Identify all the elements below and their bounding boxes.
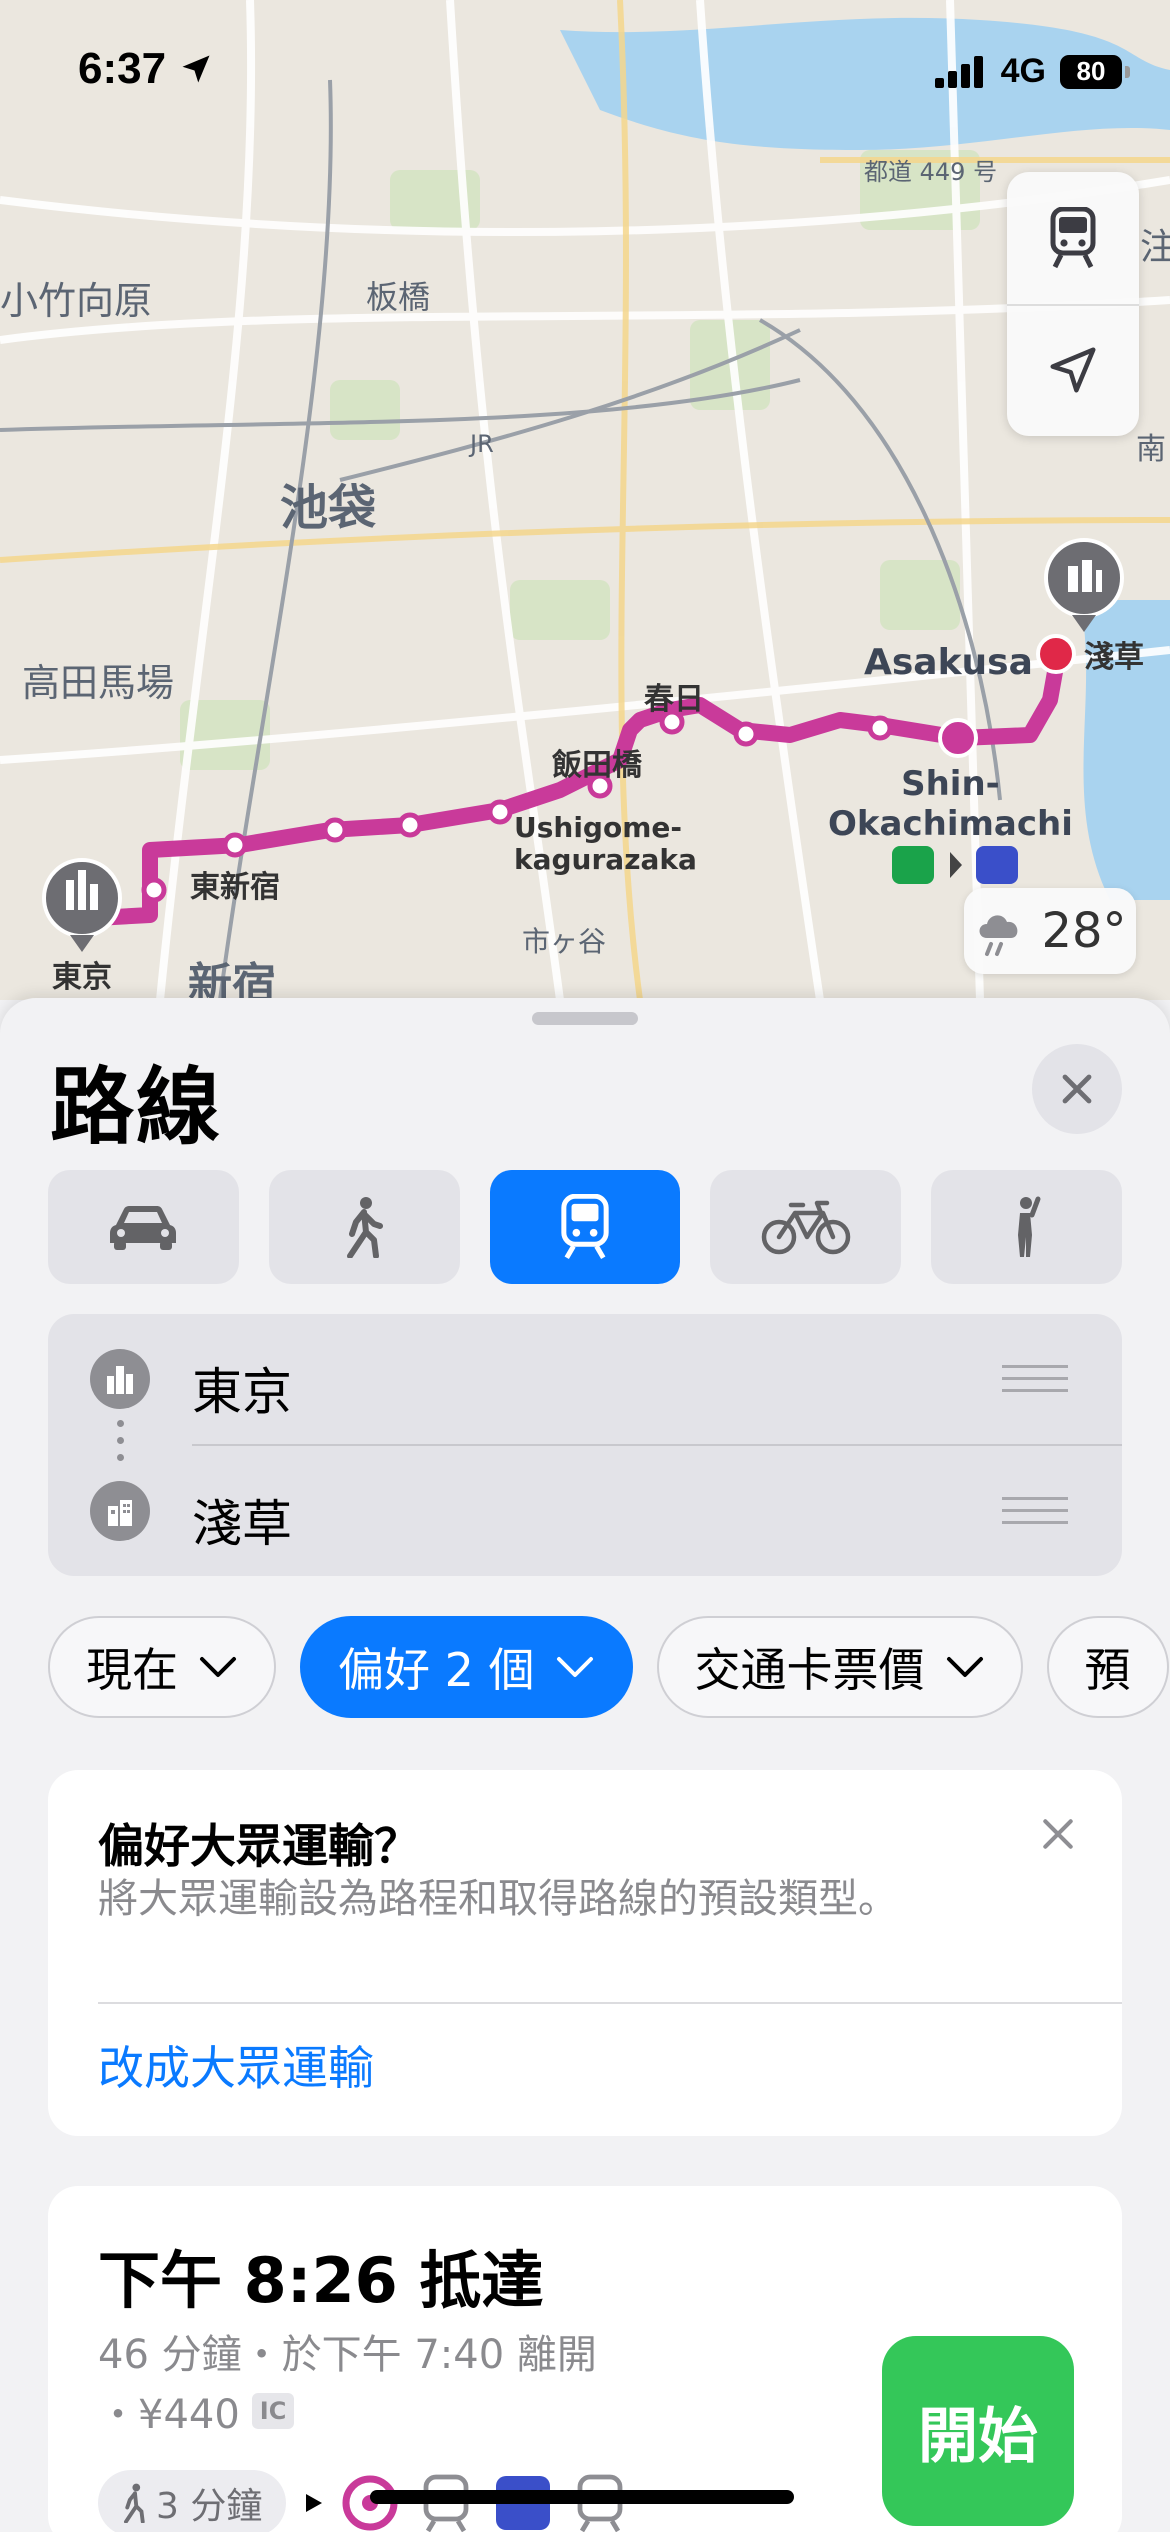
transit-preference-card: 偏好大眾運輸？ 將大眾運輸設為路程和取得路線的預設類型。 改成大眾運輸 <box>48 1770 1122 2136</box>
walk-icon <box>347 1197 384 1258</box>
play-arrow-icon <box>306 2494 323 2512</box>
chip-more[interactable]: 預 <box>1046 1616 1169 1718</box>
map-label-komagome: 小竹向原 <box>0 279 153 323</box>
walk-icon <box>124 2483 145 2523</box>
chevron-down-icon <box>200 1657 236 1677</box>
cloud-rain-icon <box>979 915 1018 956</box>
route-fare: ・¥440 <box>98 2392 240 2438</box>
location-arrow-icon <box>1050 347 1096 393</box>
map-label-higashi-shinjuku: 東新宿 <box>190 870 280 905</box>
ic-card-badge: IC <box>251 2393 295 2429</box>
start-button[interactable]: 開始 <box>882 2336 1074 2526</box>
mode-bike-button[interactable] <box>710 1170 902 1284</box>
network-type: 4G <box>1000 52 1046 90</box>
dismiss-card-button[interactable] <box>1028 1804 1088 1864</box>
map-label-right-edge: 注 <box>1140 227 1170 268</box>
chip-label: 交通卡票價 <box>694 1643 925 1697</box>
origin-row[interactable]: 東京 <box>48 1314 1122 1444</box>
map-controls-divider <box>1007 304 1139 306</box>
mode-transit-button[interactable] <box>489 1170 681 1284</box>
route-duration: 46 分鐘・於下午 7:40 離開 <box>98 2332 597 2378</box>
chevron-down-icon <box>556 1657 593 1677</box>
reorder-handle-icon[interactable] <box>1002 1488 1068 1533</box>
battery-icon: 80 <box>1060 54 1130 89</box>
reorder-handle-icon[interactable] <box>1002 1356 1068 1401</box>
transit-map-button[interactable] <box>1007 172 1139 304</box>
map-label-itabashi: 板橋 <box>366 278 431 316</box>
chip-label: 偏好 2 個 <box>338 1643 535 1697</box>
train-icon <box>1050 207 1096 269</box>
mode-car-button[interactable] <box>48 1170 239 1284</box>
change-to-transit-link[interactable]: 改成大眾運輸 <box>98 2032 374 2098</box>
map-label-takadanobaba: 高田馬場 <box>22 661 175 705</box>
chip-fare-type[interactable]: 交通卡票價 <box>656 1616 1023 1718</box>
route-option-card[interactable]: 下午 8:26 抵達 46 分鐘・於下午 7:40 離開 ・¥440 IC 開始… <box>48 2186 1122 2532</box>
train-icon <box>561 1194 609 1260</box>
transport-mode-selector <box>48 1170 1122 1284</box>
map-label-jr: JR <box>470 430 494 458</box>
city-icon <box>90 1349 150 1409</box>
signal-icon <box>934 55 983 88</box>
map-label-iidabashi: 飯田橋 <box>552 748 642 783</box>
chip-label: 現在 <box>86 1643 178 1697</box>
destination-label: 淺草 <box>192 1495 292 1553</box>
weather-temp: 28° <box>1041 903 1127 959</box>
pref-card-title: 偏好大眾運輸？ <box>98 1819 420 1873</box>
close-button[interactable] <box>1032 1044 1122 1134</box>
bicycle-icon <box>761 1200 851 1255</box>
status-icons: 4G 80 <box>934 52 1130 91</box>
origin-label: 東京 <box>192 1363 292 1421</box>
location-arrow-icon <box>182 55 210 83</box>
page-title: 路線 <box>50 1058 223 1156</box>
close-icon <box>1043 1819 1073 1849</box>
pref-card-divider <box>98 2002 1122 2004</box>
mode-walk-button[interactable] <box>268 1170 460 1284</box>
status-time: 6:37 <box>78 44 214 94</box>
mode-rideshare-button[interactable] <box>931 1170 1122 1284</box>
map-controls <box>1007 172 1139 436</box>
map-label-ichigaya: 市ヶ谷 <box>522 925 607 958</box>
arrival-time: 下午 8:26 抵達 <box>98 2244 544 2317</box>
sheet-grabber[interactable] <box>532 1012 638 1025</box>
buildings-icon <box>90 1481 150 1541</box>
route-endpoints: 東京 淺草 <box>48 1314 1122 1576</box>
weather-badge: 28° <box>964 888 1136 974</box>
pref-card-description: 將大眾運輸設為路程和取得路線的預設類型。 <box>98 1876 898 1922</box>
destination-row[interactable]: 淺草 <box>48 1446 1122 1576</box>
map-label-minami: 南 <box>1136 432 1166 467</box>
filter-chips: 現在 偏好 2 個 交通卡票價 預 <box>48 1616 1169 1718</box>
map-label-shin-okachimachi: Shin- Okachimachi <box>828 764 1073 844</box>
chip-label: 預 <box>1084 1643 1131 1697</box>
car-icon <box>110 1206 177 1250</box>
status-time-text: 6:37 <box>78 44 167 93</box>
map-label-ikebukuro: 池袋 <box>280 480 377 536</box>
map-label-tokyo: 東京 <box>52 960 112 995</box>
close-icon <box>1062 1074 1092 1104</box>
home-indicator[interactable] <box>370 2490 794 2504</box>
chevron-down-icon <box>946 1657 983 1677</box>
map-label-ushigome: Ushigome- kagurazaka <box>514 811 697 876</box>
walk-duration: 3 分鐘 <box>156 2486 263 2527</box>
hail-icon <box>1017 1196 1041 1257</box>
map-label-road: 都道 449 号 <box>864 158 998 186</box>
chip-preferences[interactable]: 偏好 2 個 <box>300 1616 633 1718</box>
chip-depart-time[interactable]: 現在 <box>48 1616 276 1718</box>
route-fare-row: ・¥440 IC <box>98 2382 295 2440</box>
directions-sheet: 路線 東京 淺草 現在 偏好 2 個 交通卡票價 預 偏好大眾運輸？ 將大眾運輸… <box>0 998 1170 2532</box>
map-label-asakusa-en: Asakusa <box>864 642 1033 683</box>
map-label-kasuga: 春日 <box>644 682 704 717</box>
map-label-shinjuku: 新宿 <box>188 959 276 1000</box>
map-view[interactable]: 小竹向原 板橋 池袋 高田馬場 東新宿 東京 新宿 春日 飯田橋 Ushigom… <box>0 0 1170 1000</box>
map-label-asakusa: 淺草 <box>1084 640 1144 675</box>
walk-step: 3 分鐘 <box>98 2470 287 2532</box>
locate-me-button[interactable] <box>1007 304 1139 436</box>
